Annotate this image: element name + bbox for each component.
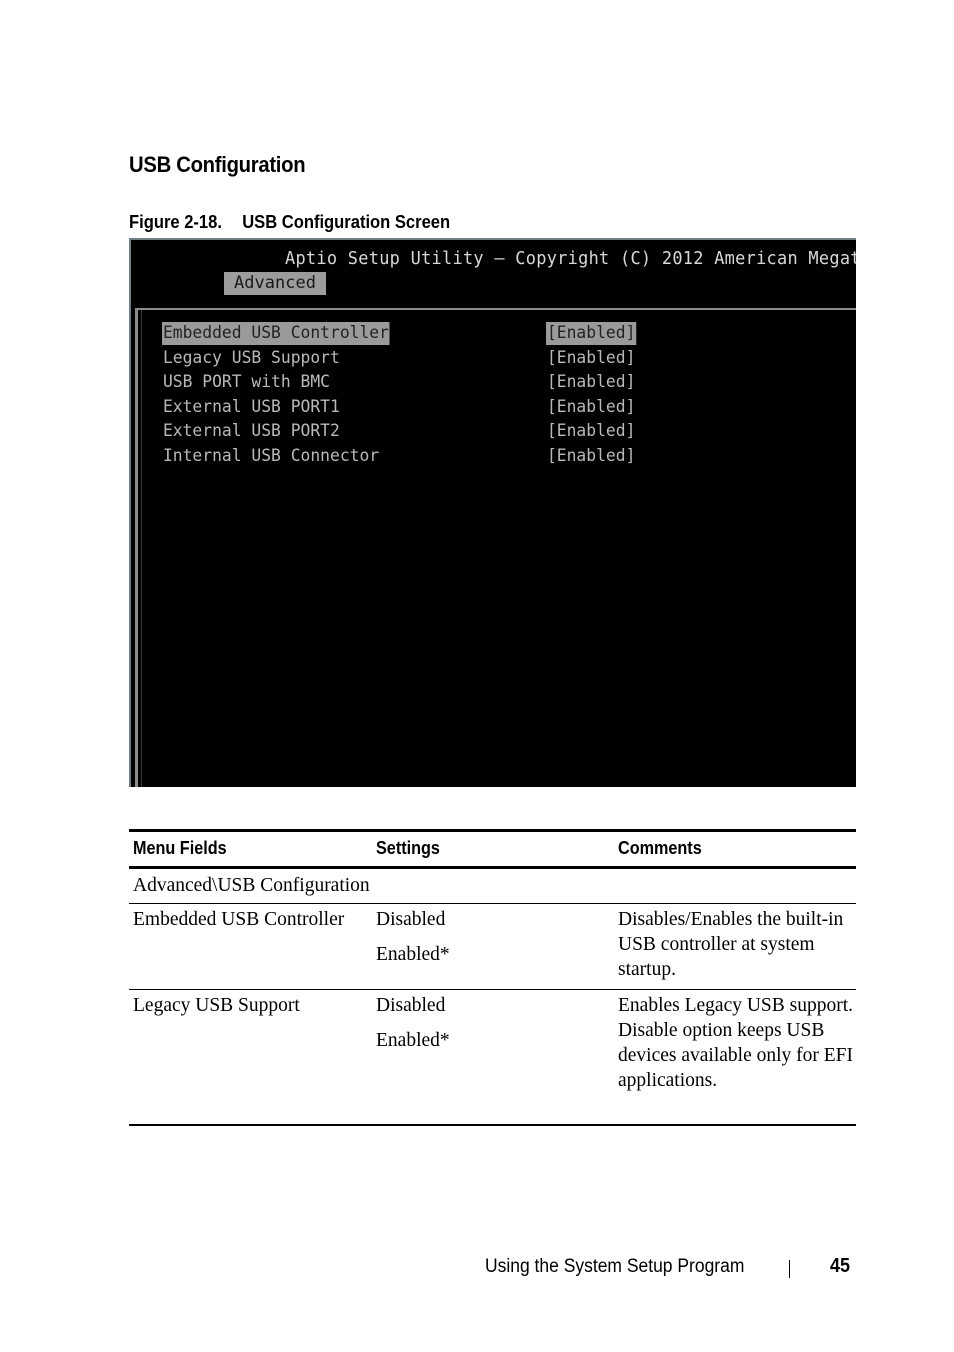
footer-chapter: Using the System Setup Program — [485, 1256, 745, 1277]
bios-item-value[interactable]: [Enabled] — [546, 445, 636, 468]
bios-item-label: Embedded USB Controller — [162, 322, 390, 345]
bios-item-label: External USB PORT1 — [162, 397, 340, 417]
bios-item-legacy-usb-support[interactable]: Legacy USB Support [Enabled] — [162, 347, 852, 370]
setting-option-default: Enabled* — [376, 944, 450, 965]
page-number: 45 — [830, 1255, 851, 1277]
comment: Enables Legacy USB support. Disable opti… — [618, 995, 854, 1091]
bios-item-embedded-usb-controller[interactable]: Embedded USB Controller [Enabled] — [162, 322, 852, 345]
setting-option-default: Enabled* — [376, 1030, 450, 1051]
bios-settings-panel: Embedded USB Controller [Enabled] Legacy… — [135, 308, 856, 787]
settings-cell: Disabled Enabled* — [376, 993, 450, 1063]
bios-item-label: Legacy USB Support — [162, 348, 340, 368]
bios-item-label: USB PORT with BMC — [162, 372, 330, 392]
bios-item-value[interactable]: [Enabled] — [546, 322, 637, 345]
bios-item-usb-port-with-bmc[interactable]: USB PORT with BMC [Enabled] — [162, 371, 852, 394]
setting-option: Disabled — [376, 995, 446, 1016]
figure-title: USB Configuration Screen — [242, 212, 451, 232]
table-section-row: Advanced\USB Configuration — [129, 869, 856, 903]
settings-table: Menu Fields Settings Comments Advanced\U… — [129, 829, 856, 1126]
bios-item-value[interactable]: [Enabled] — [546, 420, 636, 443]
bios-item-internal-usb-connector[interactable]: Internal USB Connector [Enabled] — [162, 445, 852, 468]
footer-separator — [789, 1260, 790, 1278]
figure-number: Figure 2-18. — [129, 212, 222, 232]
section-path: Advanced\USB Configuration — [133, 875, 370, 896]
menu-field: Legacy USB Support — [133, 995, 300, 1016]
setting-option: Disabled — [376, 909, 446, 930]
header-comments: Comments — [618, 838, 702, 858]
menu-field: Embedded USB Controller — [133, 909, 345, 930]
bios-item-label: External USB PORT2 — [162, 421, 340, 441]
bios-tab-advanced[interactable]: Advanced — [224, 272, 326, 295]
bios-item-external-usb-port1[interactable]: External USB PORT1 [Enabled] — [162, 396, 852, 419]
comment: Disables/Enables the built-in USB contro… — [618, 909, 844, 980]
table-bottom-rule — [129, 1124, 856, 1126]
bios-item-external-usb-port2[interactable]: External USB PORT2 [Enabled] — [162, 420, 852, 443]
header-menu-fields: Menu Fields — [133, 838, 227, 858]
bios-item-value[interactable]: [Enabled] — [546, 396, 636, 419]
section-title: USB Configuration — [129, 152, 306, 177]
header-settings: Settings — [376, 838, 440, 858]
table-row: Embedded USB Controller Disabled Enabled… — [129, 904, 856, 989]
bios-item-value[interactable]: [Enabled] — [546, 371, 636, 394]
figure-caption: Figure 2-18. USB Configuration Screen — [129, 212, 450, 233]
table-header-row: Menu Fields Settings Comments — [129, 832, 856, 866]
bios-utility-title: Aptio Setup Utility – Copyright (C) 2012… — [285, 248, 856, 269]
bios-item-label: Internal USB Connector — [162, 446, 380, 466]
table-row: Legacy USB Support Disabled Enabled* Ena… — [129, 990, 856, 1124]
bios-item-value[interactable]: [Enabled] — [546, 347, 636, 370]
bios-screenshot: Aptio Setup Utility – Copyright (C) 2012… — [129, 238, 856, 787]
settings-cell: Disabled Enabled* — [376, 907, 450, 977]
